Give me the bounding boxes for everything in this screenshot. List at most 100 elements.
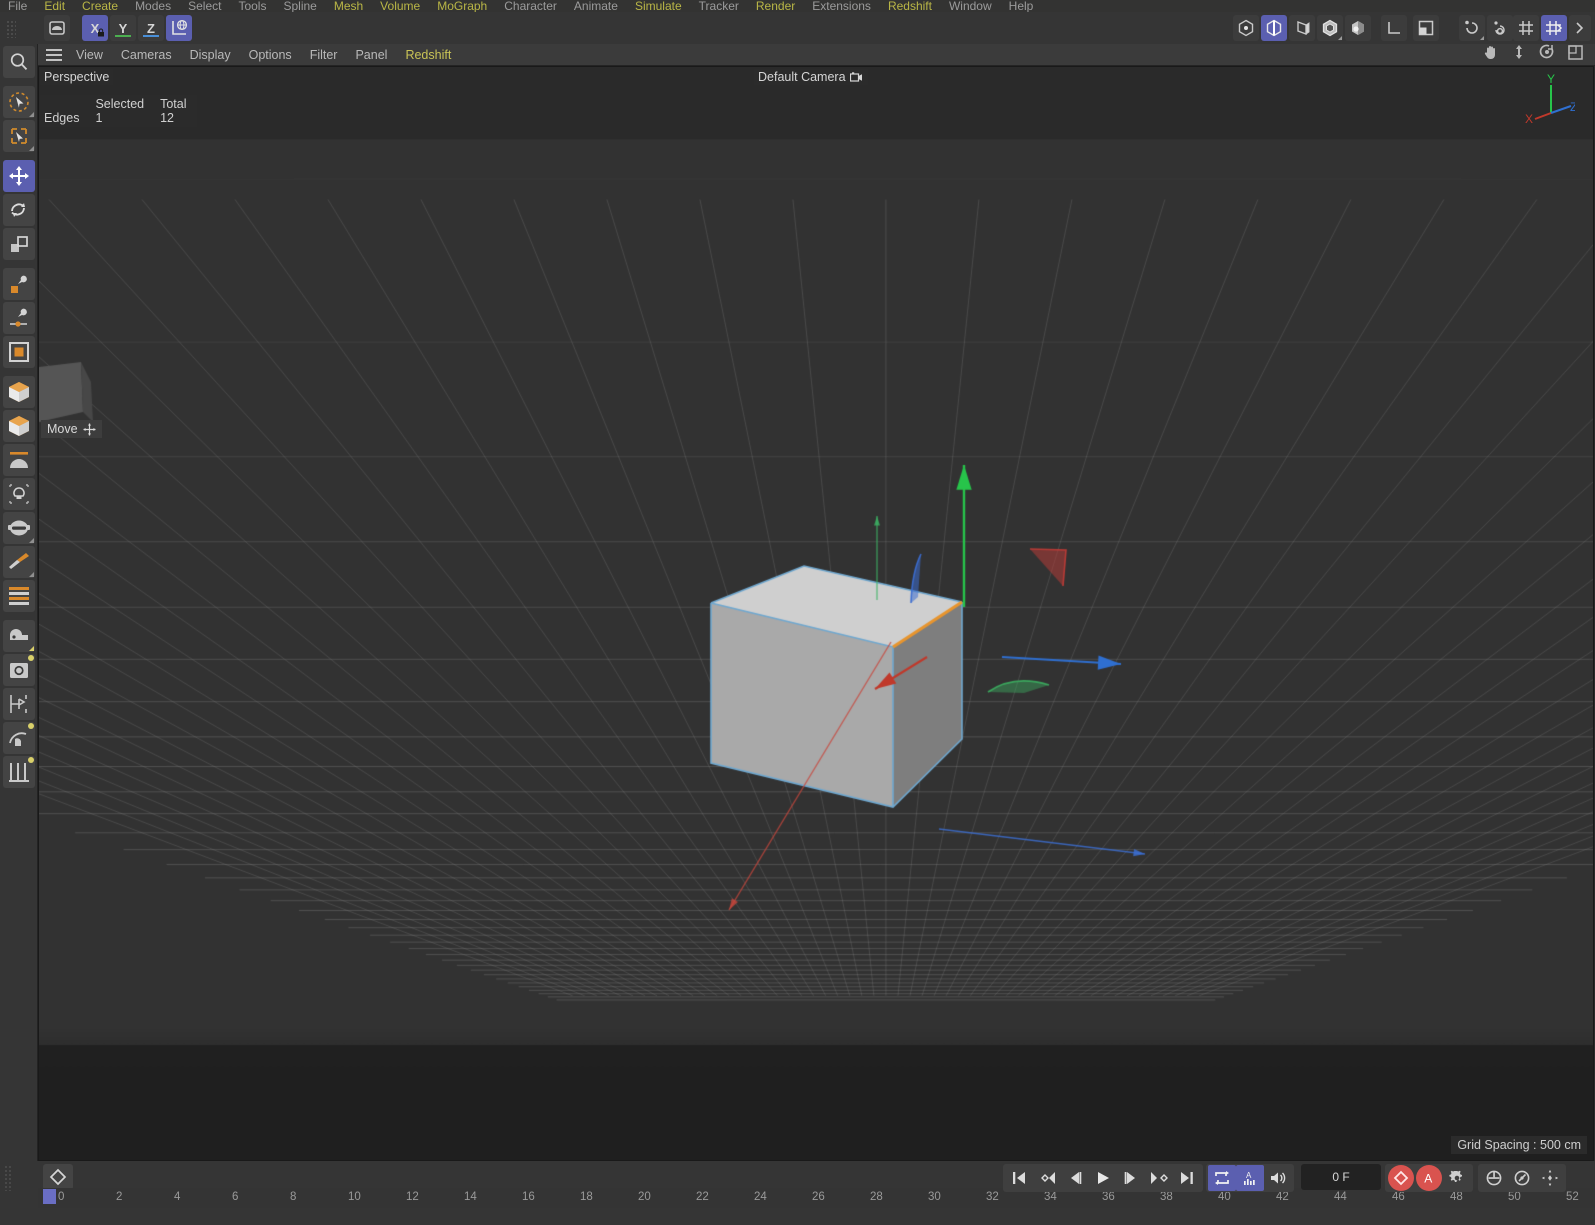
viewport-menu-cameras[interactable]: Cameras [121, 48, 172, 62]
go-to-start-button[interactable] [1005, 1165, 1033, 1191]
array-tool[interactable] [2, 580, 35, 612]
camera-tool[interactable] [2, 512, 35, 544]
menu-item-animate[interactable]: Animate [574, 0, 618, 12]
move-tool[interactable] [2, 160, 35, 192]
object-axis-icon[interactable] [1381, 15, 1407, 41]
menu-item-mograph[interactable]: MoGraph [437, 0, 487, 12]
stats-header-blank [44, 97, 85, 111]
x-axis-lock-button[interactable]: X [82, 15, 108, 41]
play-button[interactable] [1089, 1165, 1117, 1191]
position-key-button[interactable] [1480, 1165, 1508, 1191]
search-tool[interactable] [2, 46, 35, 78]
point-mode-icon[interactable] [1233, 15, 1259, 41]
viewport-solo-icon[interactable] [1413, 15, 1439, 41]
viewport-menu-display[interactable]: Display [190, 48, 231, 62]
box-select-tool[interactable] [2, 120, 35, 152]
model-mode-icon[interactable] [1317, 15, 1343, 41]
live-selection-more-indicator [28, 112, 34, 117]
texture-mode-icon[interactable] [1345, 15, 1371, 41]
live-selection-tool[interactable] [2, 86, 35, 118]
scale-tool[interactable] [2, 228, 35, 260]
next-frame-button[interactable] [1117, 1165, 1145, 1191]
mute-toggle[interactable] [1264, 1165, 1292, 1191]
previous-key-button[interactable] [1033, 1165, 1061, 1191]
bend-deformer-tool[interactable] [2, 444, 35, 476]
rotation-key-button[interactable] [1508, 1165, 1536, 1191]
content-browser-tool[interactable] [2, 756, 35, 788]
selection-frame-tool[interactable] [2, 336, 35, 368]
y-axis-lock-button[interactable]: Y [110, 15, 136, 41]
render-settings-tool[interactable] [2, 688, 35, 720]
menu-item-create[interactable]: Create [82, 0, 118, 12]
timeline-tick: 6 [232, 1191, 239, 1203]
viewport-menu-options[interactable]: Options [249, 48, 292, 62]
previous-frame-button[interactable] [1061, 1165, 1089, 1191]
cube-primitive-tool[interactable] [2, 376, 35, 408]
viewport-camera-label[interactable]: Default Camera [754, 69, 868, 85]
world-coordinate-button[interactable] [166, 15, 192, 41]
undo-redo-button[interactable] [44, 15, 70, 41]
bottombar-drag-grip[interactable] [4, 1165, 12, 1191]
go-to-end-button[interactable] [1173, 1165, 1201, 1191]
snap-settings-icon[interactable] [1487, 15, 1513, 41]
pan-view-icon[interactable] [1483, 44, 1499, 65]
z-axis-lock-button[interactable]: Z [138, 15, 164, 41]
menu-item-render[interactable]: Render [756, 0, 795, 12]
timeline-tick: 44 [1334, 1191, 1347, 1203]
workplane-lock-icon[interactable] [1541, 15, 1567, 41]
enable-snapping-icon[interactable] [1459, 15, 1485, 41]
viewport-menu-panel[interactable]: Panel [355, 48, 387, 62]
autokeying-button[interactable]: A [1415, 1165, 1443, 1191]
polygon-mode-icon[interactable] [1289, 15, 1315, 41]
viewport-3d-canvas[interactable] [39, 67, 1593, 1160]
toolbar-drag-grip[interactable] [6, 20, 16, 38]
menu-item-tools[interactable]: Tools [238, 0, 266, 12]
edge-mode-icon[interactable] [1261, 15, 1287, 41]
deformer-tool[interactable] [2, 722, 35, 754]
viewport-menu-view[interactable]: View [76, 48, 103, 62]
menu-item-volume[interactable]: Volume [380, 0, 420, 12]
record-keyframe-button[interactable] [1387, 1165, 1415, 1191]
menu-item-select[interactable]: Select [188, 0, 221, 12]
menu-item-edit[interactable]: Edit [44, 0, 65, 12]
create-point-tool[interactable] [2, 268, 35, 300]
orbit-view-icon[interactable] [1539, 44, 1555, 65]
menu-item-tracker[interactable]: Tracker [699, 0, 739, 12]
knife-tool[interactable] [2, 546, 35, 578]
main-menu-bar[interactable]: File Edit Create Modes Select Tools Spline Mesh… [0, 0, 1595, 12]
workplane-icon[interactable] [1513, 15, 1539, 41]
rotate-tool[interactable] [2, 194, 35, 226]
viewport-menu-filter[interactable]: Filter [310, 48, 338, 62]
keyframe-settings-button[interactable] [1443, 1165, 1471, 1191]
dolly-view-icon[interactable] [1512, 44, 1526, 65]
menu-item-modes[interactable]: Modes [135, 0, 171, 12]
perspective-viewport[interactable]: Perspective Default Camera Selected Tota… [38, 66, 1594, 1161]
viewport-menu-hamburger-icon[interactable] [46, 48, 62, 61]
loop-playback-toggle[interactable] [1208, 1165, 1236, 1191]
subdivision-surface-tool[interactable] [2, 410, 35, 442]
scale-key-button[interactable] [1536, 1165, 1564, 1191]
timeline-ruler[interactable]: 0 2 4 6 8 10 12 14 16 18 20 22 24 26 28 30 32 34 36 38 40 42 4… [38, 1188, 1595, 1208]
next-key-button[interactable] [1145, 1165, 1173, 1191]
light-tool[interactable] [2, 478, 35, 510]
menu-item-file[interactable]: File [8, 0, 27, 12]
toolbar-overflow-icon[interactable] [1569, 15, 1591, 41]
menu-item-character[interactable]: Character [504, 0, 557, 12]
record-active-objects-button[interactable] [43, 1164, 73, 1190]
maximize-view-icon[interactable] [1568, 44, 1583, 65]
menu-item-simulate[interactable]: Simulate [635, 0, 682, 12]
mograph-cloner-tool[interactable] [2, 620, 35, 652]
menu-item-window[interactable]: Window [949, 0, 992, 12]
render-view-tool[interactable] [2, 654, 35, 686]
timeline-playhead[interactable] [43, 1189, 56, 1204]
knife-point-tool[interactable] [2, 302, 35, 334]
axis-orientation-gizmo: Y X Z [1525, 73, 1575, 126]
sound-track-toggle[interactable]: A [1236, 1165, 1264, 1191]
menu-item-help[interactable]: Help [1009, 0, 1034, 12]
current-frame-field[interactable]: 0 F [1301, 1164, 1381, 1190]
menu-item-mesh[interactable]: Mesh [334, 0, 363, 12]
viewport-menu-redshift[interactable]: Redshift [405, 48, 451, 62]
menu-item-spline[interactable]: Spline [283, 0, 316, 12]
menu-item-redshift[interactable]: Redshift [888, 0, 932, 12]
menu-item-extensions[interactable]: Extensions [812, 0, 871, 12]
